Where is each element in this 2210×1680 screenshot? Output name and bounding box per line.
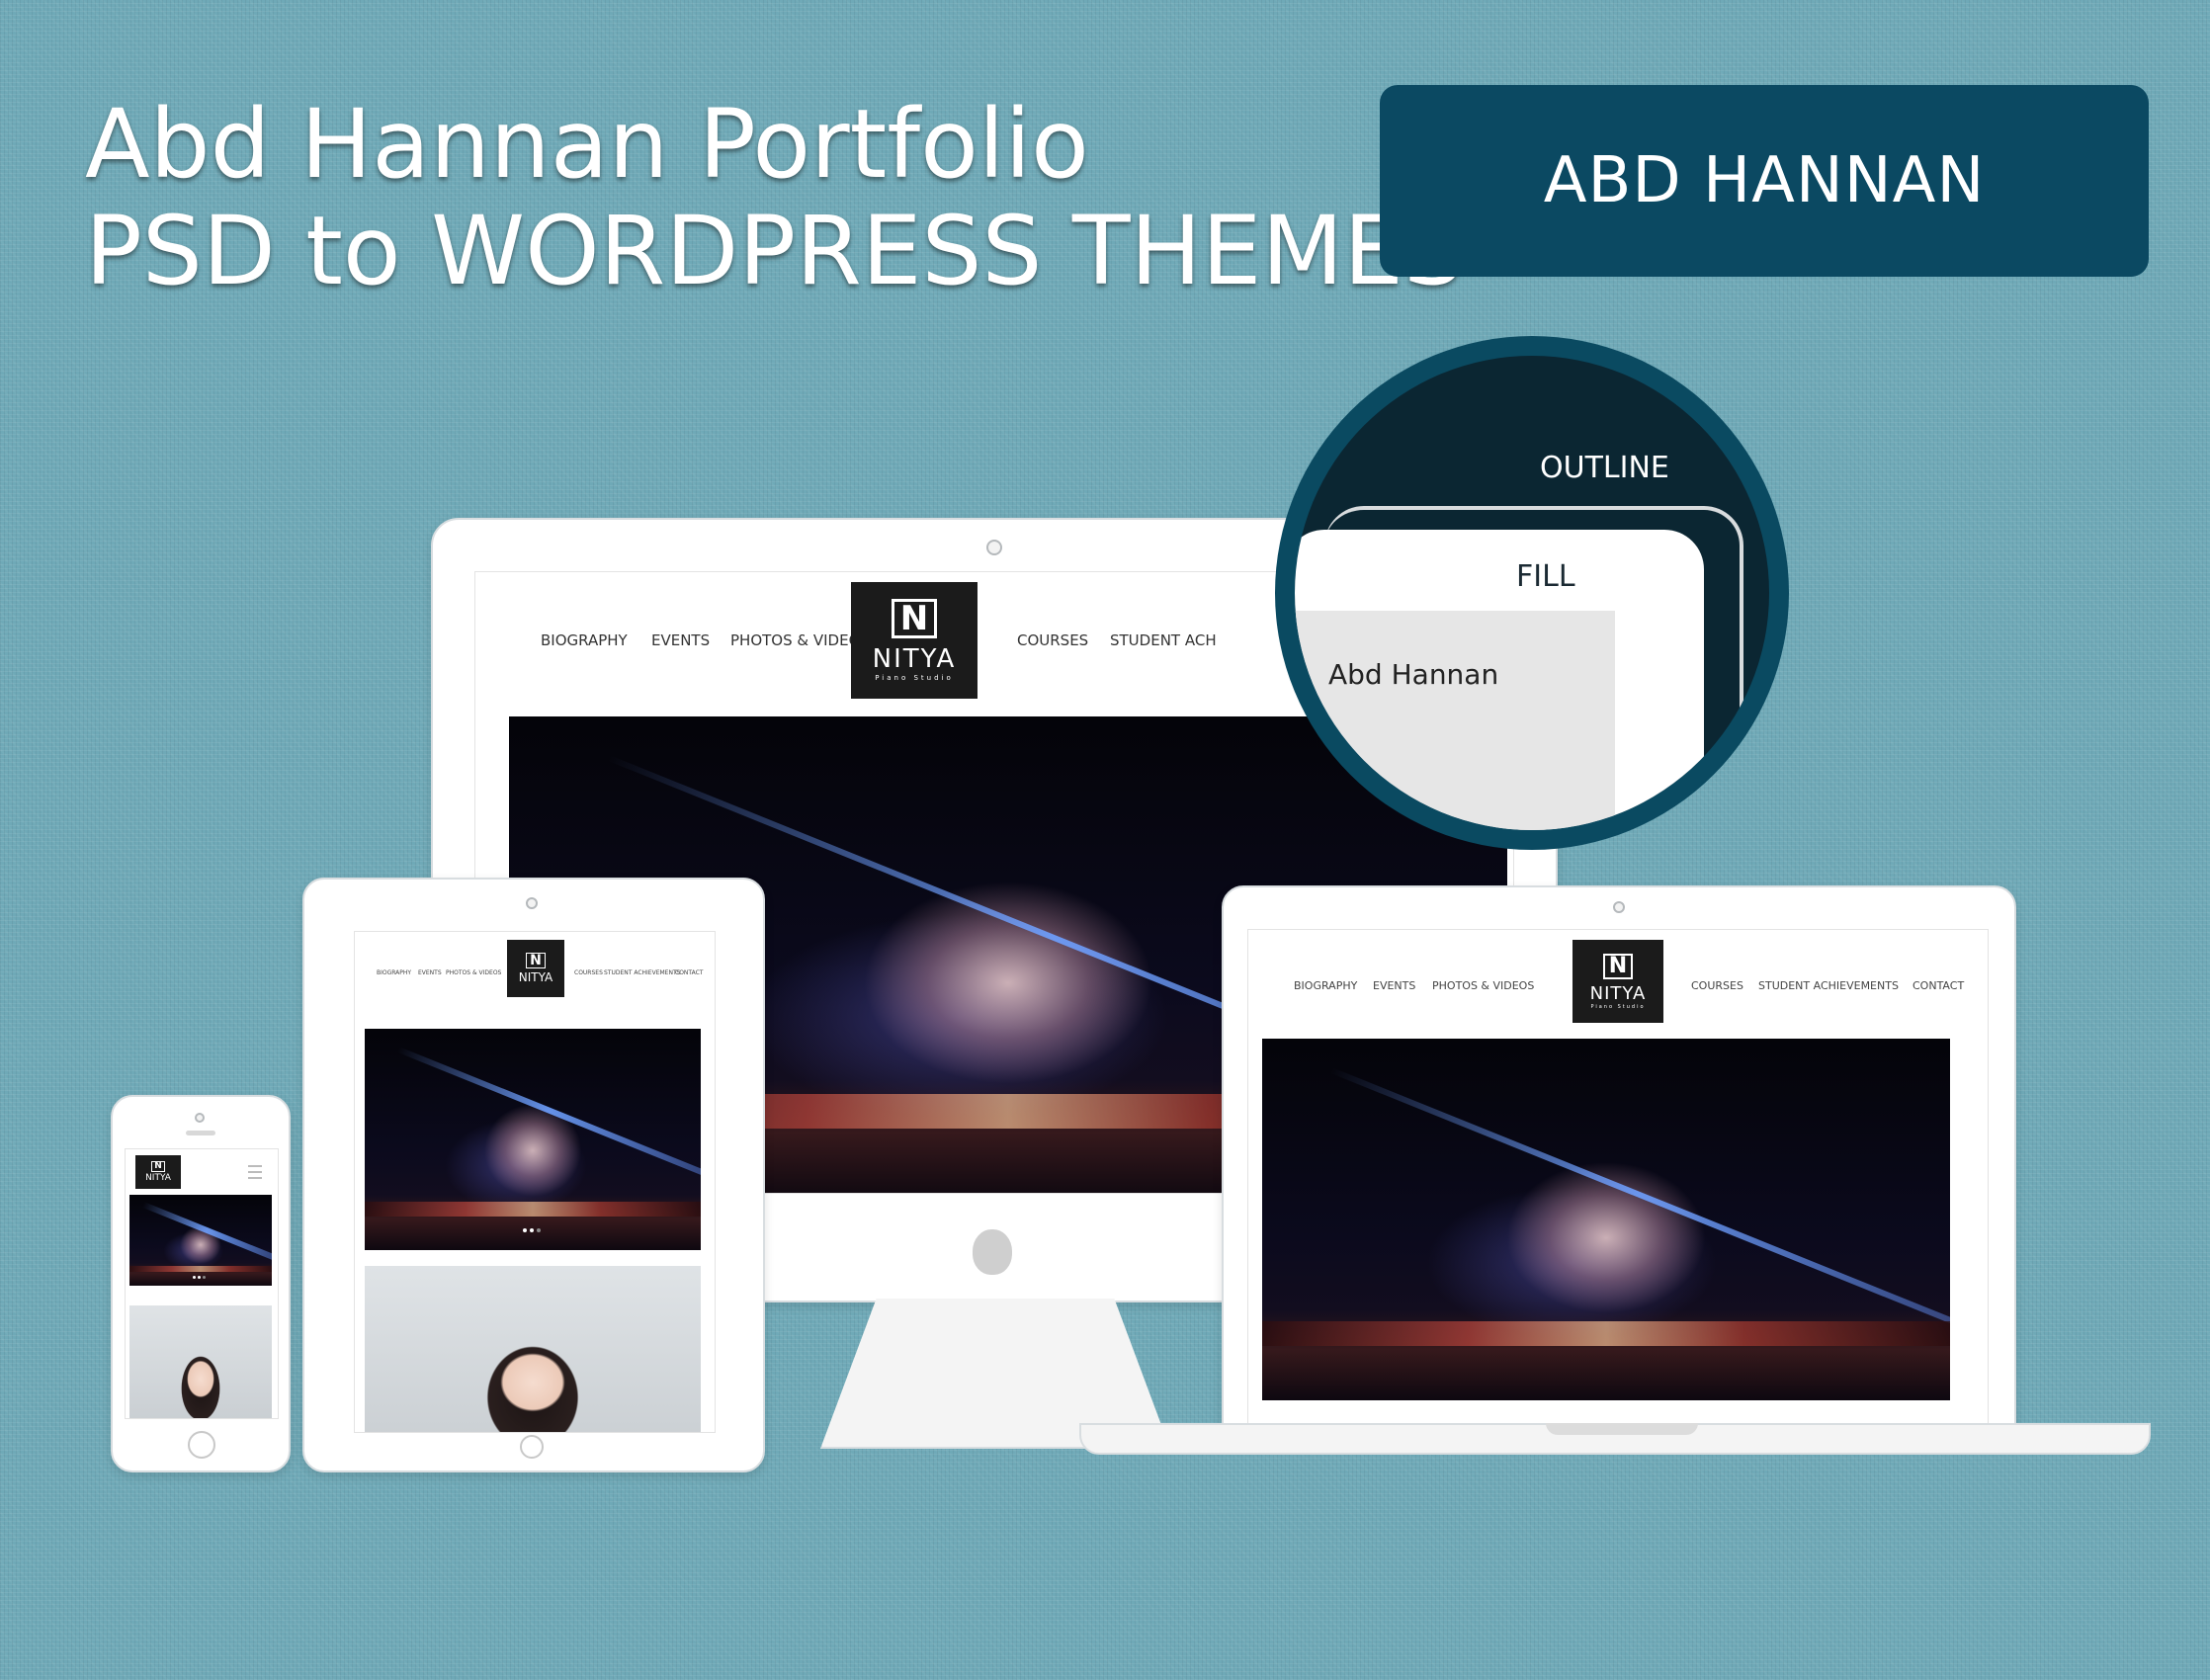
nav-events[interactable]: EVENTS xyxy=(418,969,442,976)
phone-hero-photo xyxy=(129,1195,272,1286)
tablet-hero-photo xyxy=(365,1029,701,1250)
logo-name: NITYA xyxy=(872,644,957,674)
phone: N NITYA xyxy=(111,1095,291,1472)
nav-contact[interactable]: CONTACT xyxy=(675,969,703,976)
logo-tagline: Piano Studio xyxy=(1590,1003,1646,1010)
tablet: BIOGRAPHY EVENTS PHOTOS & VIDEOS N NITYA… xyxy=(302,878,765,1472)
phone-screen: N NITYA xyxy=(125,1148,279,1419)
nav-student-achievements[interactable]: STUDENT ACHIEVEMENTS xyxy=(1758,979,1899,992)
menu-icon[interactable] xyxy=(248,1165,262,1179)
site-logo[interactable]: N NITYA Piano Studio xyxy=(1572,940,1663,1023)
nav-events[interactable]: EVENTS xyxy=(1373,979,1415,992)
laptop-site-header: BIOGRAPHY EVENTS PHOTOS & VIDEOS N NITYA… xyxy=(1248,930,1988,1039)
nav-photos-videos[interactable]: PHOTOS & VIDEOS xyxy=(730,631,870,649)
nav-courses[interactable]: COURSES xyxy=(1691,979,1743,992)
apple-logo-icon xyxy=(973,1229,1012,1275)
sample-panel: Abd Hannan xyxy=(1295,611,1615,830)
logo-tagline: Piano Studio xyxy=(875,674,954,682)
camera-dot-icon xyxy=(1613,901,1625,913)
logo-mark-icon: N xyxy=(526,953,546,968)
logo-mark-icon: N xyxy=(1602,953,1634,979)
nav-biography[interactable]: BIOGRAPHY xyxy=(541,631,628,649)
tablet-site-header: BIOGRAPHY EVENTS PHOTOS & VIDEOS N NITYA… xyxy=(355,932,715,1011)
laptop: BIOGRAPHY EVENTS PHOTOS & VIDEOS N NITYA… xyxy=(1222,885,2016,1431)
fill-frame: FILL Abd Hannan xyxy=(1295,530,1704,830)
camera-dot-icon xyxy=(986,540,1002,555)
site-logo[interactable]: N NITYA xyxy=(507,940,564,997)
slider-dots[interactable] xyxy=(193,1276,206,1279)
laptop-hinge xyxy=(1546,1423,1698,1435)
site-logo[interactable]: N NITYA Piano Studio xyxy=(851,582,978,699)
sample-text: Abd Hannan xyxy=(1328,658,1499,691)
home-button-icon[interactable] xyxy=(188,1431,215,1459)
nav-biography[interactable]: BIOGRAPHY xyxy=(1294,979,1357,992)
title-line-1: Abd Hannan Portfolio xyxy=(85,89,1089,200)
logo-name: NITYA xyxy=(1589,982,1647,1004)
callout-inner: OUTLINE FILL Abd Hannan xyxy=(1295,356,1769,830)
brand-box: ABD HANNAN xyxy=(1380,85,2149,277)
laptop-hero-photo xyxy=(1262,1039,1950,1400)
nav-events[interactable]: EVENTS xyxy=(651,631,710,649)
logo-name: NITYA xyxy=(145,1173,171,1183)
headline: Abd Hannan Portfolio PSD to WORDPRESS TH… xyxy=(85,91,1464,304)
nav-student-achievements[interactable]: STUDENT ACHIEVEMENTS xyxy=(604,969,680,976)
nav-student-achievements[interactable]: STUDENT ACH xyxy=(1110,631,1217,649)
laptop-screen: BIOGRAPHY EVENTS PHOTOS & VIDEOS N NITYA… xyxy=(1247,929,1989,1431)
site-logo[interactable]: N NITYA xyxy=(135,1155,181,1189)
logo-mark-icon: N xyxy=(151,1161,165,1172)
slider-dots[interactable] xyxy=(523,1228,541,1232)
fill-label: FILL xyxy=(1516,559,1575,594)
logo-name: NITYA xyxy=(518,970,553,984)
outline-label: OUTLINE xyxy=(1540,451,1669,485)
nav-courses[interactable]: COURSES xyxy=(1017,631,1088,649)
phone-portrait-photo xyxy=(129,1305,272,1418)
nav-photos-videos[interactable]: PHOTOS & VIDEOS xyxy=(446,969,501,976)
nav-contact[interactable]: CONTACT xyxy=(1912,979,1964,992)
callout-zoom: OUTLINE FILL Abd Hannan xyxy=(1275,336,1789,850)
nav-photos-videos[interactable]: PHOTOS & VIDEOS xyxy=(1432,979,1534,992)
tablet-portrait-photo xyxy=(365,1266,701,1432)
home-button-icon[interactable] xyxy=(520,1435,544,1459)
logo-mark-icon: N xyxy=(891,599,938,638)
camera-dot-icon xyxy=(195,1113,205,1123)
tablet-screen: BIOGRAPHY EVENTS PHOTOS & VIDEOS N NITYA… xyxy=(354,931,716,1433)
speaker-icon xyxy=(186,1131,215,1135)
camera-dot-icon xyxy=(526,897,538,909)
title-line-2: PSD to WORDPRESS THEMES xyxy=(85,196,1464,306)
nav-courses[interactable]: COURSES xyxy=(574,969,603,976)
nav-biography[interactable]: BIOGRAPHY xyxy=(377,969,411,976)
